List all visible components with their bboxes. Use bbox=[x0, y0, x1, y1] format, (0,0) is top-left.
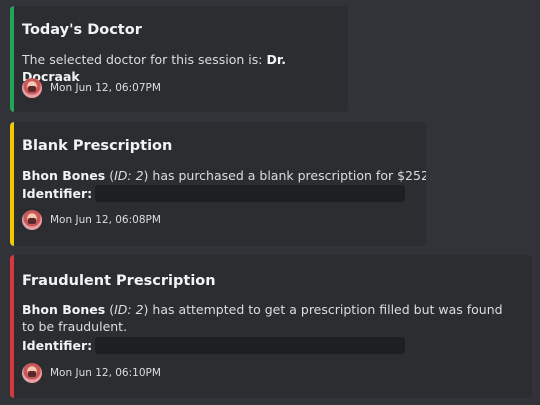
embed-footer: Mon Jun 12, 06:07PM bbox=[22, 78, 161, 98]
description-text: has purchased a blank prescription for $… bbox=[148, 168, 426, 183]
embed-title: Blank Prescription bbox=[22, 138, 173, 154]
embed-blank-prescription: Blank Prescription Bhon Bones (ID: 2) ha… bbox=[10, 122, 426, 246]
embed-color-bar bbox=[10, 122, 14, 246]
embed-todays-doctor: Today's Doctor The selected doctor for t… bbox=[10, 6, 348, 112]
identifier-code-block bbox=[95, 337, 406, 354]
footer-timestamp: Mon Jun 12, 06:10PM bbox=[50, 367, 161, 379]
identifier-code-block bbox=[95, 185, 406, 202]
doctor-avatar-icon bbox=[22, 78, 42, 98]
embed-description: Bhon Bones (ID: 2) has purchased a blank… bbox=[22, 167, 426, 184]
footer-timestamp: Mon Jun 12, 06:08PM bbox=[50, 214, 161, 226]
embed-fraudulent-prescription: Fraudulent Prescription Bhon Bones (ID: … bbox=[10, 255, 532, 398]
user-name: Bhon Bones bbox=[22, 302, 106, 317]
user-name: Bhon Bones bbox=[22, 168, 106, 183]
identifier-label: Identifier: bbox=[22, 186, 93, 201]
embed-color-bar bbox=[10, 6, 14, 112]
embed-footer: Mon Jun 12, 06:08PM bbox=[22, 210, 161, 230]
identifier-label: Identifier: bbox=[22, 338, 93, 353]
identifier-row: Identifier: bbox=[22, 337, 406, 354]
embed-footer: Mon Jun 12, 06:10PM bbox=[22, 363, 161, 383]
description-text: The selected doctor for this session is: bbox=[22, 52, 267, 67]
embed-title: Today's Doctor bbox=[22, 22, 142, 38]
embed-title: Fraudulent Prescription bbox=[22, 273, 216, 289]
user-id: ID: 2 bbox=[114, 168, 144, 183]
user-id: ID: 2 bbox=[114, 302, 144, 317]
doctor-avatar-icon bbox=[22, 210, 42, 230]
embed-description: Bhon Bones (ID: 2) has attempted to get … bbox=[22, 301, 512, 335]
doctor-avatar-icon bbox=[22, 363, 42, 383]
embed-color-bar bbox=[10, 255, 14, 398]
footer-timestamp: Mon Jun 12, 06:07PM bbox=[50, 82, 161, 94]
identifier-row: Identifier: bbox=[22, 185, 406, 202]
